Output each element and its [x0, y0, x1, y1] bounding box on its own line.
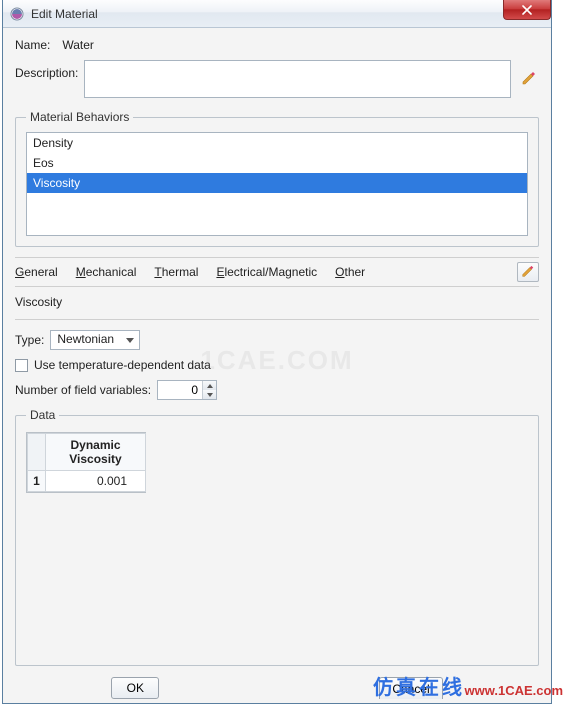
- ok-button[interactable]: OK: [111, 677, 159, 699]
- close-button[interactable]: [503, 0, 551, 20]
- material-behaviors-legend: Material Behaviors: [26, 110, 133, 124]
- edit-category-button[interactable]: [517, 262, 539, 282]
- type-value: Newtonian: [57, 332, 114, 346]
- grid-col-header: Dynamic Viscosity: [46, 434, 146, 471]
- row-number: 1: [28, 471, 46, 492]
- menu-other[interactable]: Other: [335, 265, 365, 279]
- spinner-down[interactable]: [203, 390, 216, 399]
- description-input[interactable]: [84, 60, 511, 98]
- name-label: Name:: [15, 38, 50, 52]
- name-row: Name: Water: [15, 38, 539, 52]
- behaviors-list[interactable]: Density Eos Viscosity: [26, 132, 528, 236]
- temp-dep-row: Use temperature-dependent data: [15, 358, 539, 372]
- divider: [15, 319, 539, 320]
- menu-thermal[interactable]: Thermal: [154, 265, 198, 279]
- description-row: Description:: [15, 60, 539, 98]
- field-vars-row: Number of field variables:: [15, 380, 539, 400]
- data-group: Data Dynamic Viscosity 1 0.001: [15, 408, 539, 666]
- window-title: Edit Material: [31, 7, 98, 21]
- cancel-button[interactable]: Cancel: [379, 677, 442, 699]
- data-legend: Data: [26, 408, 59, 422]
- table-row[interactable]: 1 0.001: [28, 471, 146, 492]
- section-title: Viscosity: [15, 295, 539, 309]
- temp-dep-label: Use temperature-dependent data: [34, 358, 211, 372]
- titlebar: Edit Material: [3, 0, 551, 28]
- behavior-item-viscosity[interactable]: Viscosity: [27, 173, 527, 193]
- edit-material-window: Edit Material Name: Water Description: M…: [2, 0, 552, 704]
- field-vars-label: Number of field variables:: [15, 383, 151, 397]
- pencil-icon[interactable]: [519, 69, 539, 89]
- category-menu: General Mechanical Thermal Electrical/Ma…: [15, 257, 539, 287]
- type-combo[interactable]: Newtonian: [50, 330, 140, 350]
- data-grid[interactable]: Dynamic Viscosity 1 0.001: [26, 432, 146, 493]
- menu-electrical[interactable]: Electrical/Magnetic: [216, 265, 317, 279]
- dialog-footer: OK Cancel: [3, 673, 551, 703]
- behavior-item-eos[interactable]: Eos: [27, 153, 527, 173]
- menu-general[interactable]: General: [15, 265, 58, 279]
- behavior-item-density[interactable]: Density: [27, 133, 527, 153]
- type-row: Type: Newtonian: [15, 330, 539, 350]
- app-icon: [9, 6, 25, 22]
- field-vars-spinner[interactable]: [157, 380, 217, 400]
- name-value: Water: [62, 38, 94, 52]
- spinner-up[interactable]: [203, 381, 216, 390]
- field-vars-input[interactable]: [158, 381, 202, 399]
- content-area: Name: Water Description: Material Behavi…: [3, 28, 551, 682]
- type-label: Type:: [15, 333, 44, 347]
- grid-rowheader-blank: [28, 434, 46, 471]
- material-behaviors-group: Material Behaviors Density Eos Viscosity: [15, 110, 539, 247]
- description-label: Description:: [15, 66, 78, 80]
- cell-dynamic-viscosity[interactable]: 0.001: [46, 471, 146, 492]
- temp-dep-checkbox[interactable]: [15, 359, 28, 372]
- menu-mechanical[interactable]: Mechanical: [76, 265, 137, 279]
